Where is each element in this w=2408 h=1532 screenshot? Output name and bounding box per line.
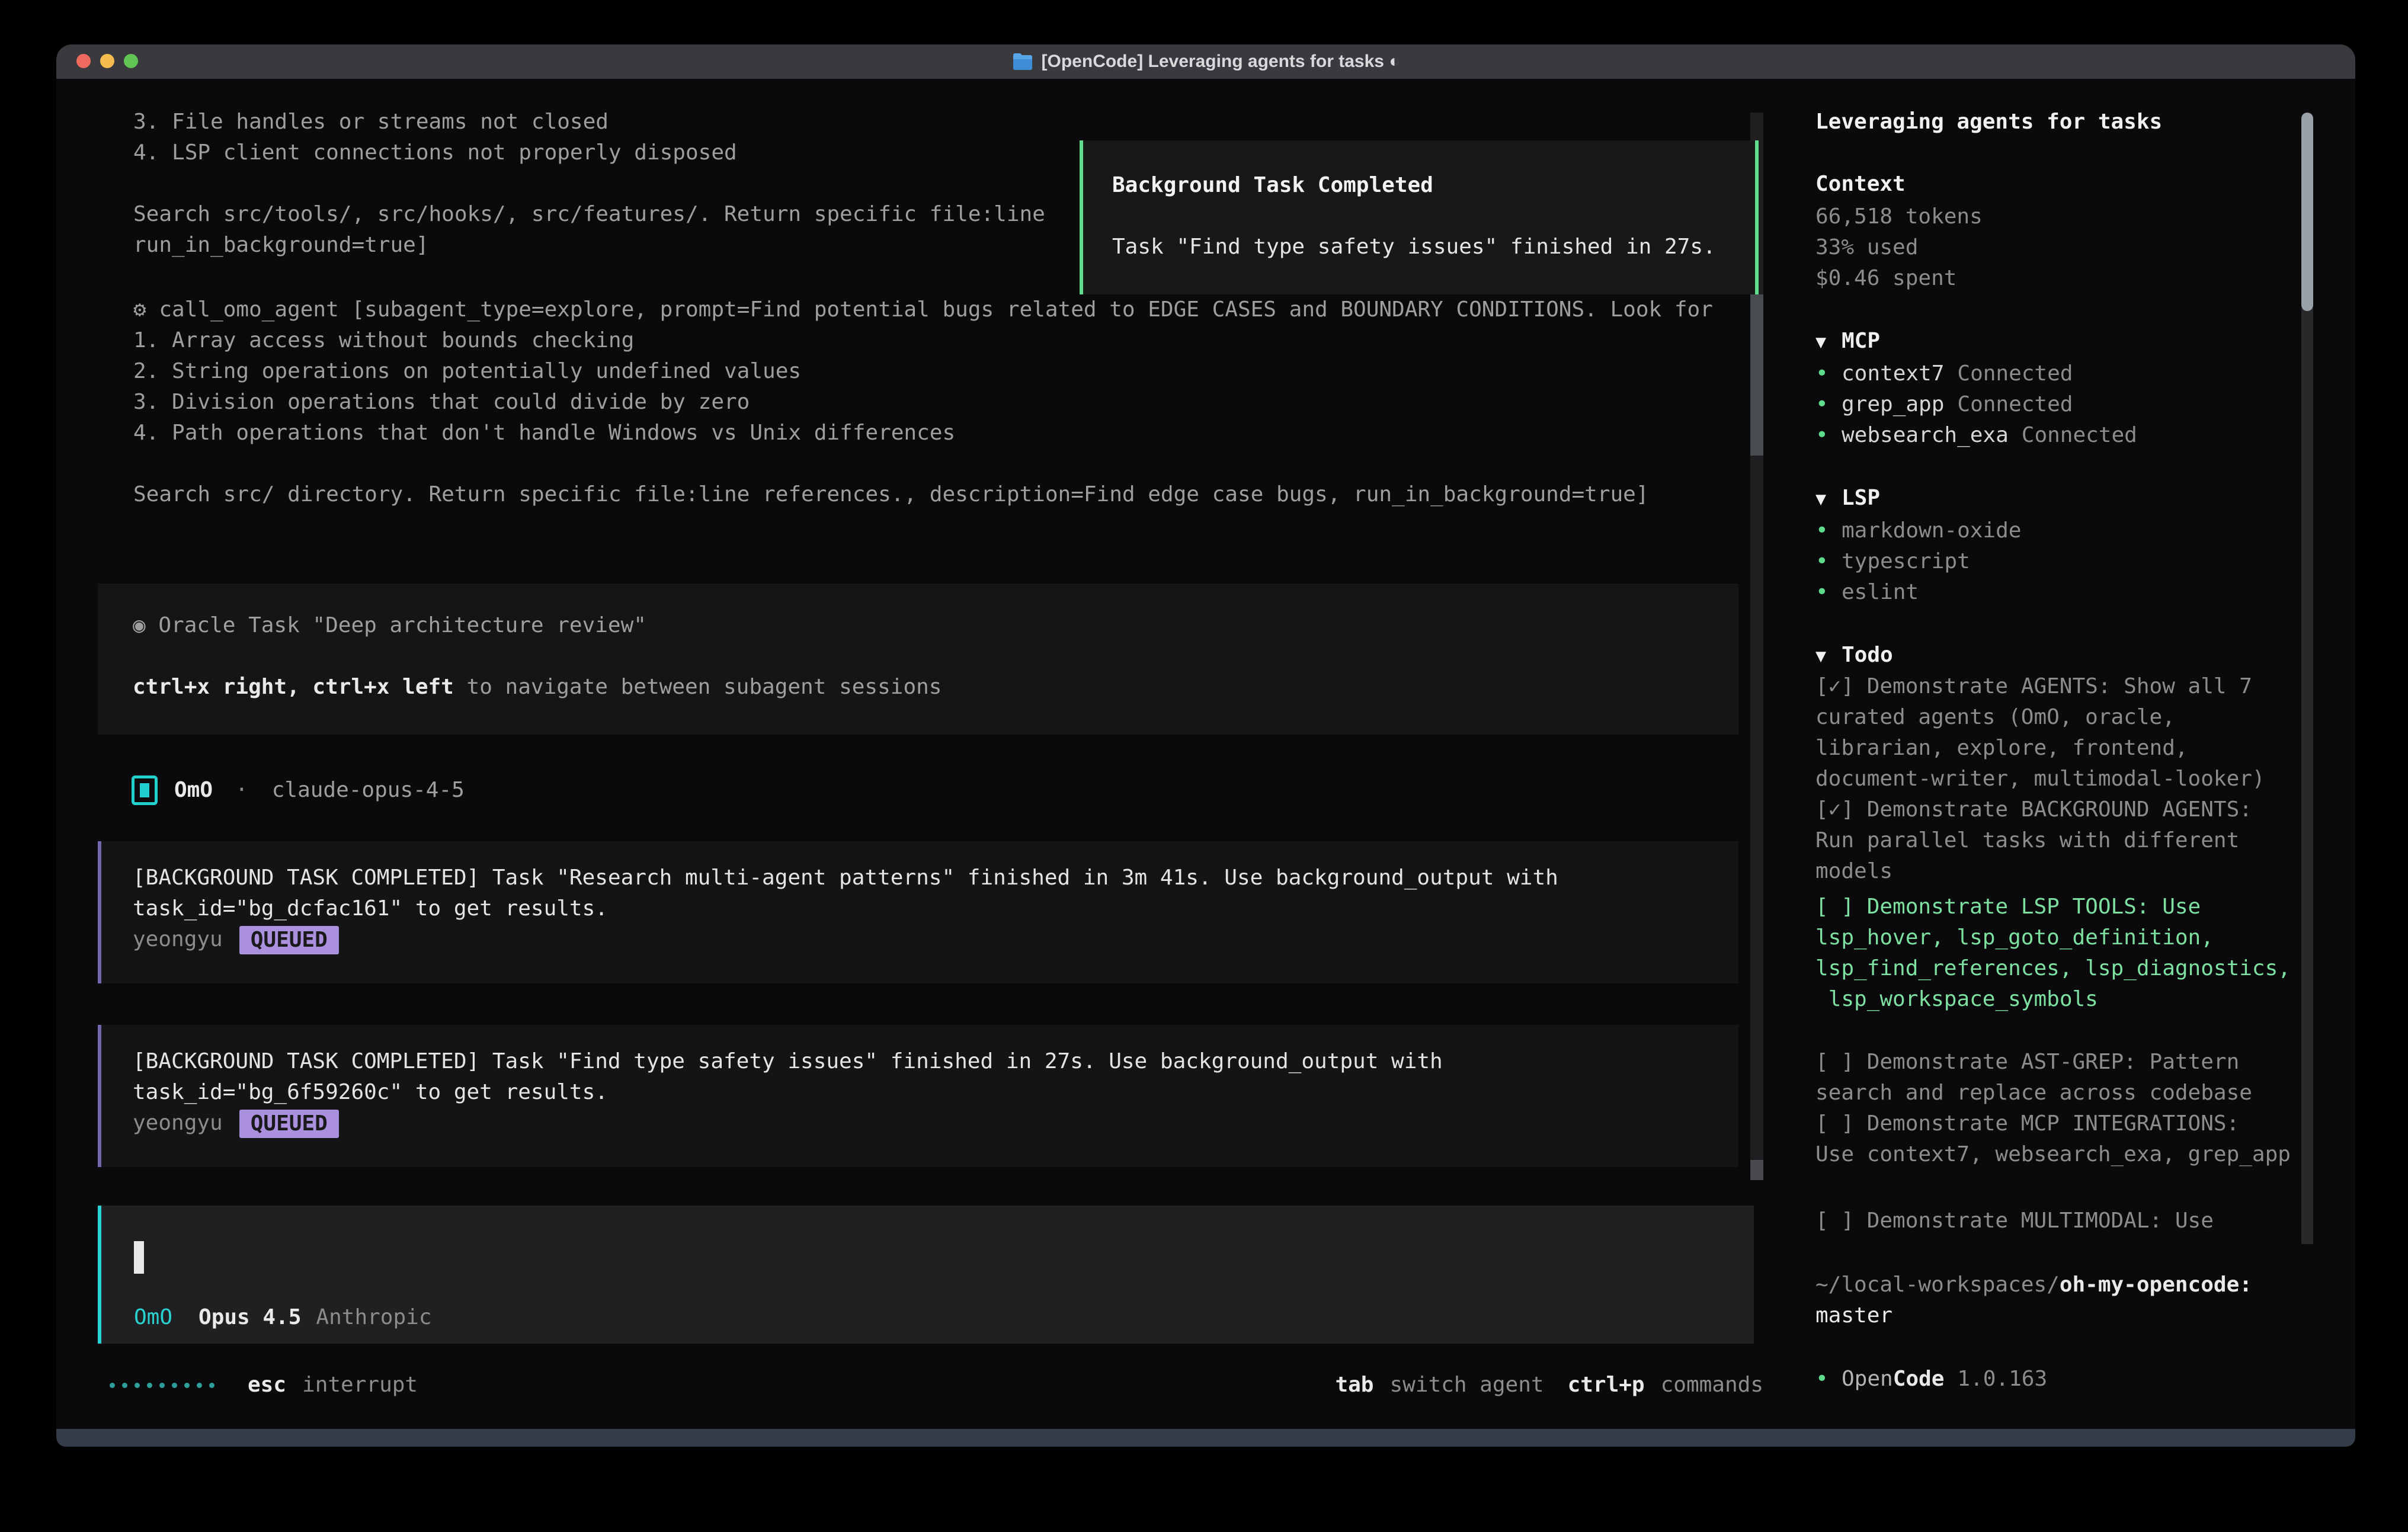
esc-key-hint: esc [248,1370,286,1400]
todo-section-heading[interactable]: ▼Todo [1815,640,2349,672]
status-dot-icon: • [1815,420,1842,451]
sidebar-scrollbar-track [2301,308,2313,1244]
agent-separator: · [235,775,248,806]
lsp-item: •eslint [1815,577,1919,608]
input-model-name: Opus 4.5 [198,1302,301,1333]
context-tokens: 66,518 tokens [1815,201,2349,232]
status-dot-icon: • [1815,1364,1842,1395]
input-meta: OmO Opus 4.5 Anthropic [134,1302,432,1333]
agent-name: OmO [174,775,213,806]
folder-icon [1012,52,1033,71]
message-meta: yeongyu QUEUED [133,1108,1727,1139]
zoom-window-button[interactable] [124,54,138,68]
app-version: •OpenCode1.0.163 [1815,1364,2047,1395]
todo-done-items: [✓] Demonstrate AGENTS: Show all 7 curat… [1815,671,2349,887]
sidebar-scrollbar-thumb[interactable] [2301,113,2313,311]
context-used: 33% used [1815,232,2349,263]
collapse-arrow-icon: ▼ [1815,484,1842,515]
traffic-lights [76,54,138,68]
tab-key-label: switch agent [1389,1370,1544,1400]
status-badge: QUEUED [239,926,339,954]
activity-dots [110,1383,214,1388]
status-badge: QUEUED [239,1110,339,1138]
message-body: [BACKGROUND TASK COMPLETED] Task "Find t… [133,1046,1727,1108]
background-task-message: [BACKGROUND TASK COMPLETED] Task "Resear… [98,841,1738,983]
mcp-item: •websearch_exaConnected [1815,420,2137,451]
close-window-button[interactable] [76,54,91,68]
screenshot-root: [OpenCode] Leveraging agents for tasks ◐… [0,0,2408,1532]
status-dot-icon: • [1815,546,1842,577]
statusbar-left: esc interrupt [110,1370,418,1400]
agent-header: OmO · claude-opus-4-5 [132,775,465,806]
collapse-arrow-icon: ▼ [1815,327,1842,358]
message-author: yeongyu [133,1111,223,1135]
tab-key-hint: tab [1335,1370,1373,1400]
mcp-section-heading[interactable]: ▼MCP [1815,326,2349,358]
mcp-item: •grep_appConnected [1815,389,2073,420]
input-provider-name: Anthropic [316,1302,431,1333]
text-cursor [134,1241,144,1274]
todo-more-item: [ ] Demonstrate MULTIMODAL: Use [1815,1206,2349,1236]
todo-active-item: [ ] Demonstrate LSP TOOLS: Use lsp_hover… [1815,892,2349,1015]
titlebar: [OpenCode] Leveraging agents for tasks ◐ [56,44,2355,79]
workspace-branch: master [1815,1300,2349,1331]
lsp-item: •markdown-oxide [1815,515,2021,546]
background-task-notification: Background Task Completed Task "Find typ… [1080,140,1759,294]
omo-agent-icon [132,775,158,805]
notification-title: Background Task Completed [1112,170,1737,201]
notification-body: Task "Find type safety issues" finished … [1112,232,1737,262]
message-body: [BACKGROUND TASK COMPLETED] Task "Resear… [133,863,1727,924]
context-spent: $0.46 spent [1815,263,2349,294]
message-meta: yeongyu QUEUED [133,924,1727,955]
lsp-item: •typescript [1815,546,1970,577]
status-dot-icon: • [1815,577,1842,608]
minimize-window-button[interactable] [100,54,114,68]
message-author: yeongyu [133,927,223,951]
agent-model: claude-opus-4-5 [272,775,465,806]
background-task-message: [BACKGROUND TASK COMPLETED] Task "Find t… [98,1025,1738,1167]
workspace-path: ~/local-workspaces/oh-my-opencode: [1815,1270,2349,1300]
subagent-shortcut-hint: ctrl+x right, ctrl+x left to navigate be… [133,672,1738,703]
todo-pending-items: [ ] Demonstrate AST-GREP: Pattern search… [1815,1047,2349,1170]
prompt-input[interactable]: OmO Opus 4.5 Anthropic [98,1206,1754,1344]
ctrlp-key-label: commands [1661,1370,1763,1400]
esc-key-label: interrupt [302,1370,418,1400]
window-bottom-edge [56,1429,2355,1447]
window-title: [OpenCode] Leveraging agents for tasks ◐ [1042,46,1400,77]
ctrlp-key-hint: ctrl+p [1568,1370,1645,1400]
chat-scrollbar-thumb-bottom[interactable] [1750,1160,1763,1180]
statusbar-right: tab switch agent ctrl+p commands [1335,1370,1763,1400]
status-dot-icon: • [1815,389,1842,420]
tool-call-text: ⚙ call_omo_agent [subagent_type=explore,… [133,294,1733,510]
session-title: Leveraging agents for tasks [1815,107,2349,137]
collapse-arrow-icon: ▼ [1815,641,1842,672]
input-agent-name: OmO [134,1302,172,1333]
context-heading: Context [1815,169,2349,200]
mcp-item: •context7Connected [1815,358,2073,389]
lsp-section-heading[interactable]: ▼LSP [1815,483,2349,515]
status-dot-icon: • [1815,358,1842,389]
oracle-task-box: ◉ Oracle Task "Deep architecture review"… [98,584,1738,735]
chat-scrollbar-thumb[interactable] [1750,294,1763,456]
shortcut-description: to navigate between subagent sessions [454,675,942,699]
shortcut-keys: ctrl+x right, ctrl+x left [133,675,454,699]
oracle-task-title: ◉ Oracle Task "Deep architecture review" [133,610,1738,641]
status-dot-icon: • [1815,515,1842,546]
